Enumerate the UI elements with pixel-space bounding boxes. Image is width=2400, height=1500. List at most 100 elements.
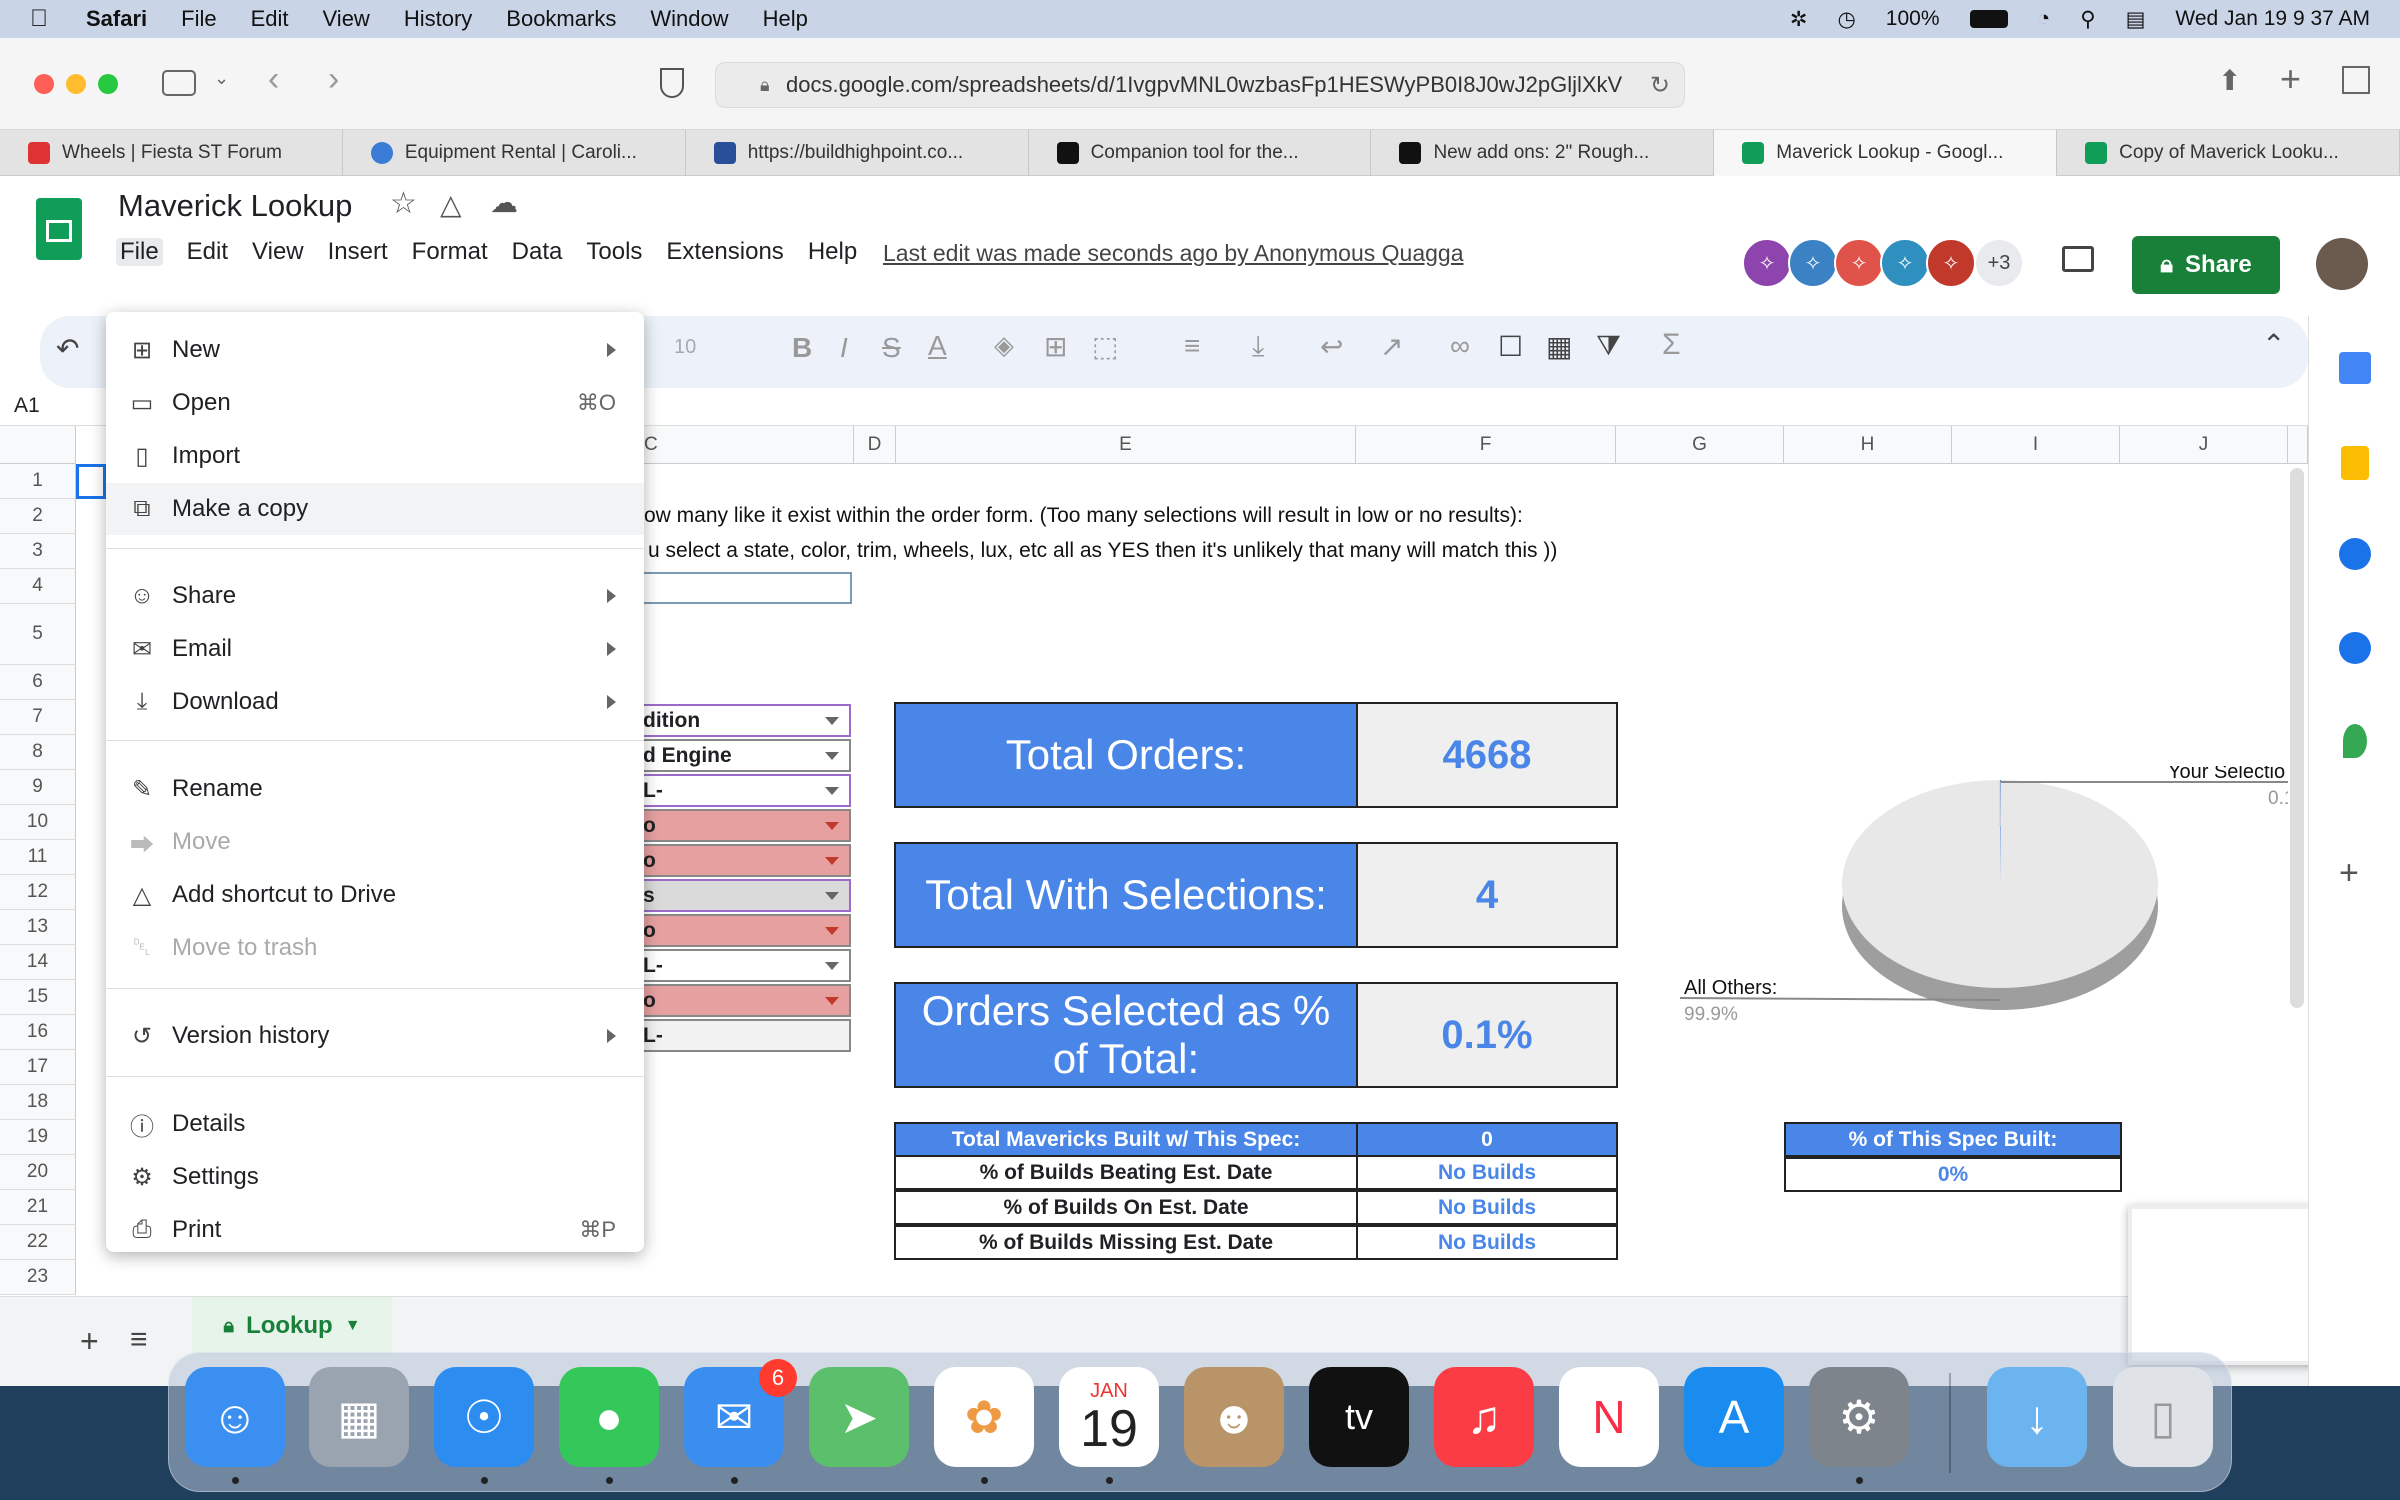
sheet-tab-lookup[interactable]: 🔒︎ Lookup ▼ [192, 1297, 392, 1355]
tab-overview-icon[interactable] [2342, 66, 2370, 94]
star-icon[interactable]: ☆ [390, 186, 417, 221]
italic-icon[interactable]: I [840, 332, 848, 364]
dropdown-cell[interactable]: L- [637, 774, 851, 807]
column-header[interactable]: D [854, 426, 896, 464]
reload-icon[interactable]: ↻ [1649, 70, 1670, 100]
row-header[interactable]: 2 [0, 499, 76, 534]
insert-link-icon[interactable]: ∞ [1450, 330, 1470, 362]
document-title[interactable]: Maverick Lookup [118, 188, 352, 224]
browser-tab[interactable]: Wheels | Fiesta ST Forum [0, 130, 343, 176]
row-header[interactable]: 11 [0, 840, 76, 875]
dropdown-arrow-icon[interactable] [825, 997, 839, 1005]
dropdown-cell[interactable]: dition [637, 704, 851, 737]
file-menu-item-import[interactable]: ▯ Import [106, 430, 644, 482]
row-header[interactable]: 12 [0, 875, 76, 910]
calendar-icon[interactable] [2339, 352, 2371, 384]
last-edit-link[interactable]: Last edit was made seconds ago by Anonym… [883, 240, 1463, 267]
battery-icon[interactable] [1969, 10, 2008, 28]
row-header[interactable]: 1 [0, 464, 76, 499]
collaborator-avatar[interactable]: ✧ [1880, 238, 1930, 288]
row-header[interactable]: 15 [0, 980, 76, 1015]
menubar-view[interactable]: View [323, 6, 370, 32]
dropdown-arrow-icon[interactable] [825, 822, 839, 830]
name-box[interactable]: A1 [14, 394, 40, 418]
row-header[interactable]: 3 [0, 534, 76, 569]
dropdown-cell[interactable]: o [637, 984, 851, 1017]
selected-cell-a1[interactable] [76, 464, 106, 499]
row-header[interactable]: 21 [0, 1190, 76, 1225]
browser-tab[interactable]: Equipment Rental | Caroli... [343, 130, 686, 176]
menu-file[interactable]: File [116, 238, 163, 266]
control-center-icon[interactable]: ▤ [2126, 7, 2146, 32]
browser-tab[interactable]: Companion tool for the... [1029, 130, 1372, 176]
forward-icon[interactable]: › [328, 60, 339, 99]
row-header[interactable]: 5 [0, 604, 76, 665]
cloud-status-icon[interactable]: ☁︎ [490, 186, 518, 219]
messages-icon[interactable]: ● [559, 1367, 659, 1467]
browser-tab-active[interactable]: Maverick Lookup - Googl... [1714, 130, 2058, 176]
row-header[interactable]: 4 [0, 569, 76, 604]
browser-tab[interactable]: New add ons: 2" Rough... [1371, 130, 1715, 176]
file-menu-item-share[interactable]: ☺ Share [106, 570, 644, 622]
dropdown-arrow-icon[interactable] [825, 962, 839, 970]
get-addons-icon[interactable]: + [2339, 854, 2359, 893]
fill-color-icon[interactable]: ◈ [994, 330, 1014, 361]
vertical-scrollbar-thumb[interactable] [2290, 468, 2304, 1008]
maps-icon[interactable] [2343, 724, 2367, 758]
dropdown-cell[interactable]: L- [637, 1019, 851, 1052]
row-header[interactable]: 20 [0, 1155, 76, 1190]
text-wrap-icon[interactable]: ↩ [1320, 330, 1343, 363]
maps-app-icon[interactable]: ➤ [809, 1367, 909, 1467]
align-icon[interactable]: ≡ [1184, 330, 1200, 362]
share-button[interactable]: 🔒︎ Share [2132, 236, 2280, 294]
menu-help[interactable]: Help [808, 238, 857, 266]
apple-tv-icon[interactable]: tv [1309, 1367, 1409, 1467]
menubar-edit[interactable]: Edit [251, 6, 289, 32]
filter-icon[interactable]: ⧩ [1596, 330, 1621, 363]
row-header[interactable]: 13 [0, 910, 76, 945]
contacts-icon[interactable] [2339, 632, 2371, 664]
merge-cells-icon[interactable]: ⬚ [1092, 330, 1118, 363]
selection-pie-chart[interactable]: Your Selectio 0.1 All Others: 99.9% [1660, 766, 2288, 1066]
all-sheets-icon[interactable]: ≡ [130, 1323, 148, 1357]
vertical-scrollbar-track[interactable] [2288, 426, 2308, 464]
wifi-icon[interactable]: ◔ [2038, 7, 2051, 31]
collapse-toolbar-icon[interactable]: ⌃ [2262, 328, 2285, 361]
undo-icon[interactable]: ↶ [56, 332, 79, 365]
browser-tab[interactable]: Copy of Maverick Looku... [2057, 130, 2400, 176]
vertical-align-icon[interactable]: ⤓ [1252, 330, 1264, 363]
file-menu-item-add-shortcut-to-drive[interactable]: △ Add shortcut to Drive [106, 869, 644, 921]
dropdown-cell[interactable]: d Engine [637, 739, 851, 772]
row-header[interactable]: 7 [0, 700, 76, 735]
menu-insert[interactable]: Insert [328, 238, 388, 266]
launchpad-icon[interactable]: ▦ [309, 1367, 409, 1467]
bluetooth-icon[interactable]: ✲ [1790, 7, 1808, 32]
collaborator-avatar[interactable]: ✧ [1926, 238, 1976, 288]
column-header-corner[interactable] [0, 426, 76, 464]
zoom-window-button[interactable] [98, 74, 118, 94]
file-menu-item-details[interactable]: ⓘ Details [106, 1098, 644, 1150]
insert-chart-icon[interactable]: ▦ [1546, 330, 1572, 363]
strikethrough-icon[interactable]: S [882, 332, 901, 364]
file-menu-item-make-a-copy[interactable]: ⧉ Make a copy [106, 483, 644, 535]
back-icon[interactable]: ‹ [268, 60, 279, 99]
new-tab-icon[interactable]: + [2280, 58, 2301, 100]
dropdown-arrow-icon[interactable] [825, 857, 839, 865]
menu-edit[interactable]: Edit [187, 238, 228, 266]
contacts-app-icon[interactable]: ☻ [1184, 1367, 1284, 1467]
row-header[interactable]: 14 [0, 945, 76, 980]
dropdown-cell[interactable]: o [637, 844, 851, 877]
menu-data[interactable]: Data [512, 238, 563, 266]
finder-icon[interactable]: ☺ [185, 1367, 285, 1467]
column-header[interactable]: G [1616, 426, 1784, 464]
chevron-down-icon[interactable]: ▼ [345, 1317, 361, 1335]
menubar-window[interactable]: Window [650, 6, 728, 32]
row-header[interactable]: 17 [0, 1050, 76, 1085]
insert-comment-icon[interactable]: ☐ [1498, 330, 1523, 363]
dropdown-cell[interactable]: o [637, 914, 851, 947]
system-preferences-icon[interactable]: ⚙ [1809, 1367, 1909, 1467]
tasks-icon[interactable] [2339, 538, 2371, 570]
text-rotation-icon[interactable]: ↗ [1380, 330, 1403, 363]
input-cell[interactable] [638, 572, 852, 604]
address-bar[interactable]: 🔒︎ docs.google.com/spreadsheets/d/1Ivgpv… [715, 62, 1685, 108]
